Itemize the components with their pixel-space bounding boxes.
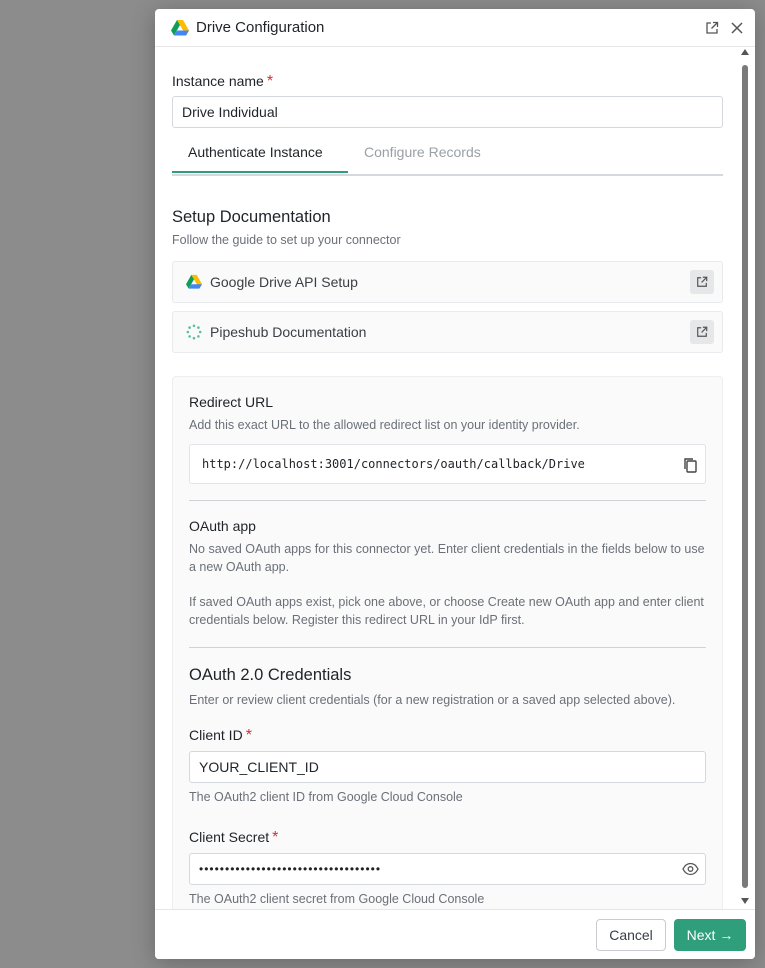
google-drive-icon: [186, 274, 202, 289]
client-id-label-row: Client ID *: [189, 727, 252, 745]
tab-configure-records[interactable]: Configure Records: [364, 144, 481, 160]
tab-authenticate-instance[interactable]: Authenticate Instance: [188, 144, 323, 160]
scrollbar-thumb[interactable]: [742, 65, 748, 888]
drive-configuration-dialog: Drive Configuration Instance name * Drive…: [155, 9, 755, 959]
client-id-value: YOUR_CLIENT_ID: [199, 759, 319, 775]
client-secret-label: Client Secret: [189, 829, 270, 845]
scroll-up-arrow-icon[interactable]: [741, 49, 749, 55]
dialog-titlebar: Drive Configuration: [155, 9, 755, 47]
dialog-body: Instance name * Drive Individual Authenti…: [155, 47, 755, 909]
oauth-app-line-2: a new OAuth app.: [189, 560, 290, 574]
instance-name-label: Instance name: [172, 73, 264, 89]
redirect-url-field[interactable]: http://localhost:3001/connectors/oauth/c…: [189, 444, 706, 484]
scroll-down-arrow-icon[interactable]: [741, 898, 749, 904]
client-secret-value: •••••••••••••••••••••••••••••••••••: [199, 862, 382, 876]
redirect-url-value: http://localhost:3001/connectors/oauth/c…: [202, 457, 585, 471]
setup-documentation-title: Setup Documentation: [172, 208, 331, 226]
required-mark: *: [245, 727, 252, 744]
cancel-button[interactable]: Cancel: [596, 919, 666, 951]
credentials-subtitle: Enter or review client credentials (for …: [189, 693, 676, 707]
required-mark: *: [266, 73, 274, 90]
oauth-app-title: OAuth app: [189, 518, 256, 534]
scrollbar[interactable]: [740, 47, 750, 909]
open-in-new-icon[interactable]: [690, 320, 714, 344]
dialog-footer: Cancel Next →: [155, 909, 755, 959]
doc-link-label: Google Drive API Setup: [210, 274, 358, 290]
redirect-url-title: Redirect URL: [189, 394, 274, 410]
divider: [189, 500, 706, 501]
client-secret-help: The OAuth2 client secret from Google Clo…: [189, 892, 485, 906]
client-secret-label-row: Client Secret *: [189, 829, 278, 847]
pipeshub-icon: [186, 324, 202, 340]
copy-icon[interactable]: [679, 454, 701, 476]
client-id-label: Client ID: [189, 727, 243, 743]
instance-name-label-row: Instance name *: [172, 73, 273, 91]
doc-link-label: Pipeshub Documentation: [210, 324, 367, 340]
close-icon[interactable]: [728, 19, 746, 37]
tab-bar: Authenticate Instance Configure Records: [172, 136, 723, 176]
oauth-app-line-1: No saved OAuth apps for this connector y…: [189, 542, 705, 556]
instance-name-value: Drive Individual: [182, 104, 278, 120]
setup-documentation-subtitle: Follow the guide to set up your connecto…: [172, 233, 401, 247]
client-secret-input[interactable]: •••••••••••••••••••••••••••••••••••: [189, 853, 706, 885]
oauth-settings-panel: Redirect URL Add this exact URL to the a…: [172, 376, 723, 909]
client-id-input[interactable]: YOUR_CLIENT_ID: [189, 751, 706, 783]
required-mark: *: [272, 829, 279, 846]
open-in-new-icon[interactable]: [703, 19, 721, 37]
oauth-app-line-4: credentials below. Register this redirec…: [189, 613, 525, 627]
doc-link-pipeshub-documentation[interactable]: Pipeshub Documentation: [172, 311, 723, 353]
doc-link-google-drive-api-setup[interactable]: Google Drive API Setup: [172, 261, 723, 303]
credentials-title: OAuth 2.0 Credentials: [189, 666, 352, 684]
client-id-help: The OAuth2 client ID from Google Cloud C…: [189, 790, 463, 804]
instance-name-input[interactable]: Drive Individual: [172, 96, 723, 128]
redirect-url-description: Add this exact URL to the allowed redire…: [189, 418, 580, 432]
oauth-app-line-3: If saved OAuth apps exist, pick one abov…: [189, 595, 704, 609]
dialog-title: Drive Configuration: [196, 19, 325, 36]
next-button[interactable]: Next →: [674, 919, 746, 951]
active-tab-indicator: [172, 171, 348, 173]
eye-icon[interactable]: [682, 862, 699, 879]
open-in-new-icon[interactable]: [690, 270, 714, 294]
divider: [189, 647, 706, 648]
google-drive-icon: [171, 20, 189, 36]
